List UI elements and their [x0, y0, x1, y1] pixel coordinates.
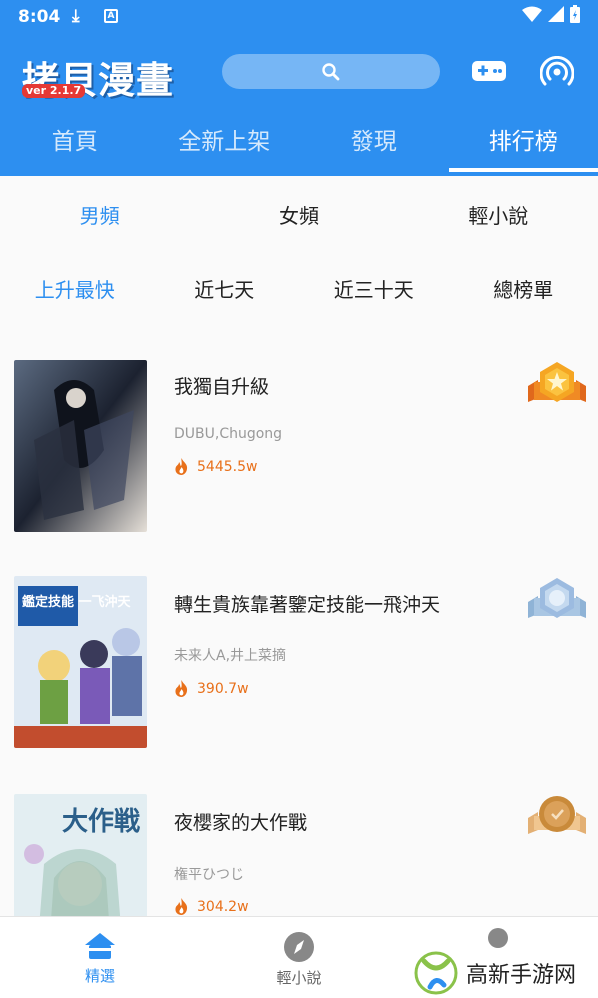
period-30-days[interactable]: 近三十天 — [299, 274, 449, 303]
bronze-medal-icon — [528, 796, 586, 834]
heat-value: 304.2w — [197, 898, 249, 915]
signal-icon — [548, 6, 564, 22]
list-item[interactable]: 鑑定技能 一飞沖天 轉生貴族靠著鑒定技能一飛沖天 未来人A,井上菜摘 390.7… — [0, 558, 598, 758]
comic-author: 未来人A,井上菜摘 — [174, 648, 287, 664]
home-icon — [85, 933, 115, 959]
genre-male[interactable]: 男頻 — [0, 200, 199, 229]
compass-icon — [284, 932, 314, 962]
fire-icon — [175, 898, 188, 915]
search-bar[interactable] — [222, 54, 440, 89]
search-icon — [322, 62, 340, 80]
nav-light-novel[interactable]: 輕小說 — [270, 931, 328, 988]
period-rising[interactable]: 上升最快 — [0, 274, 150, 303]
heat-count: 5445.5w — [174, 458, 257, 475]
broadcast-icon[interactable] — [540, 56, 574, 88]
fire-icon — [175, 458, 188, 475]
tab-new-releases[interactable]: 全新上架 — [150, 118, 300, 176]
genre-female[interactable]: 女頻 — [199, 200, 398, 229]
tab-discover[interactable]: 發現 — [299, 118, 449, 176]
heat-value: 390.7w — [197, 680, 249, 697]
battery-icon — [570, 5, 580, 23]
gold-medal-icon — [528, 362, 586, 402]
heat-count: 304.2w — [174, 898, 249, 915]
cover-title-text: 鑑定技能 一飞沖天 — [22, 594, 132, 610]
watermark-text: 高新手游网 — [466, 963, 577, 988]
wifi-icon — [522, 6, 542, 22]
tab-home[interactable]: 首頁 — [0, 118, 150, 176]
watermark-logo-icon — [414, 951, 458, 995]
comic-title[interactable]: 轉生貴族靠著鑒定技能一飛沖天 — [174, 590, 440, 617]
heat-value: 5445.5w — [197, 458, 258, 475]
status-time: 8:04 — [18, 7, 61, 27]
period-all-time[interactable]: 總榜單 — [449, 274, 598, 303]
app-header: 8:04 ⤓ A 拷貝漫畫 ver 2.1.7 首頁 全新上架 發現 排行榜 — [0, 0, 598, 176]
period-7-days[interactable]: 近七天 — [150, 274, 300, 303]
top-tabs: 首頁 全新上架 發現 排行榜 — [0, 118, 598, 176]
heat-count: 390.7w — [174, 680, 249, 697]
comic-cover[interactable] — [14, 360, 147, 532]
silver-medal-icon — [528, 578, 586, 618]
status-bar: 8:04 ⤓ A — [0, 0, 598, 34]
cover-title-text: 大作戦 — [62, 807, 140, 837]
list-item[interactable]: 我獨自升級 DUBU,Chugong 5445.5w — [0, 340, 598, 540]
comic-author: 権平ひつじ — [174, 867, 244, 883]
download-icon: ⤓ — [72, 6, 80, 26]
version-badge: ver 2.1.7 — [22, 84, 86, 98]
nav-featured-label: 精選 — [84, 967, 115, 985]
gamepad-icon[interactable] — [471, 58, 507, 84]
watermark: 高新手游网 — [400, 948, 598, 998]
comic-title[interactable]: 我獨自升級 — [174, 372, 269, 399]
status-indicators — [522, 5, 580, 23]
period-filter: 上升最快 近七天 近三十天 總榜單 — [0, 274, 598, 303]
nav-featured[interactable]: 精選 — [76, 931, 124, 986]
tab-rankings[interactable]: 排行榜 — [448, 118, 598, 176]
genre-filter: 男頻 女頻 輕小說 — [0, 200, 598, 229]
genre-light-novel[interactable]: 輕小說 — [399, 200, 598, 229]
comic-cover[interactable]: 鑑定技能 一飞沖天 — [14, 576, 147, 748]
comic-title[interactable]: 夜櫻家的大作戰 — [174, 808, 307, 835]
nav-light-novel-label: 輕小說 — [276, 969, 322, 987]
fire-icon — [175, 680, 188, 697]
comic-author: DUBU,Chugong — [174, 426, 283, 442]
app-notification-icon: A — [104, 9, 118, 23]
